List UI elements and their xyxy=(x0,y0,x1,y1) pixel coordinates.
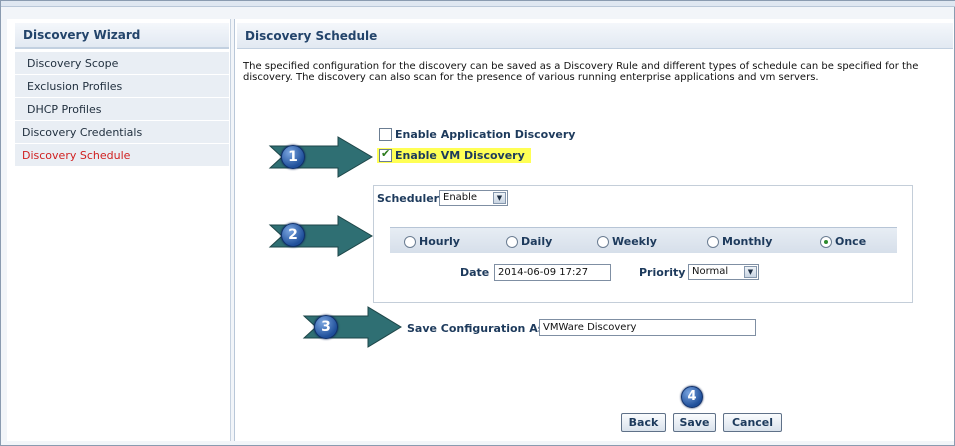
radio-dot xyxy=(707,235,719,248)
radio-hourly[interactable]: Hourly xyxy=(404,235,460,248)
radio-dot xyxy=(506,235,518,248)
sidebar-item-discovery-scope[interactable]: Discovery Scope xyxy=(15,52,229,75)
radio-dot-selected xyxy=(820,235,832,248)
enable-app-discovery-label: Enable Application Discovery xyxy=(395,128,576,141)
scheduler-value: Enable xyxy=(443,192,478,203)
radio-daily[interactable]: Daily xyxy=(506,235,552,248)
frequency-bar: Hourly Daily Weekly Monthly Once xyxy=(390,227,897,253)
radio-once[interactable]: Once xyxy=(820,235,866,248)
radio-monthly[interactable]: Monthly xyxy=(707,235,772,248)
enable-app-discovery-checkbox[interactable] xyxy=(379,128,392,141)
callout-badge-2: 2 xyxy=(281,223,305,247)
scheduler-label: Scheduler xyxy=(377,192,440,205)
enable-vm-discovery-checkbox[interactable] xyxy=(379,147,392,162)
scheduler-box: Scheduler Enable ▼ Hourly Daily Weekly M… xyxy=(373,185,913,303)
radio-weekly[interactable]: Weekly xyxy=(597,235,657,248)
sidebar-item-discovery-schedule[interactable]: Discovery Schedule xyxy=(15,144,229,167)
callout-badge-3: 3 xyxy=(314,315,338,339)
page-title: Discovery Schedule xyxy=(237,23,953,49)
priority-value: Normal xyxy=(692,266,729,277)
priority-label: Priority xyxy=(639,266,686,279)
callout-badge-1: 1 xyxy=(281,145,305,169)
sidebar-title: Discovery Wizard xyxy=(15,23,229,49)
date-input[interactable] xyxy=(494,264,611,281)
scheduler-select[interactable]: Enable ▼ xyxy=(439,190,508,206)
radio-label: Daily xyxy=(521,235,553,248)
sidebar-item-discovery-credentials[interactable]: Discovery Credentials xyxy=(15,121,229,144)
save-button[interactable]: Save xyxy=(673,413,716,432)
chevron-down-icon: ▼ xyxy=(744,266,757,278)
radio-dot xyxy=(597,235,609,248)
radio-label: Monthly xyxy=(722,235,773,248)
description-text: The specified configuration for the disc… xyxy=(243,61,919,83)
sidebar-item-exclusion-profiles[interactable]: Exclusion Profiles xyxy=(15,75,229,98)
callout-badge-4: 4 xyxy=(681,386,703,408)
save-config-input[interactable] xyxy=(539,319,756,336)
radio-label: Hourly xyxy=(419,235,460,248)
date-label: Date xyxy=(460,266,490,279)
cancel-button[interactable]: Cancel xyxy=(723,413,782,432)
sidebar-item-dhcp-profiles[interactable]: DHCP Profiles xyxy=(15,98,229,121)
top-border xyxy=(1,1,955,7)
window-frame: Discovery Wizard Discovery Scope Exclusi… xyxy=(0,0,955,446)
enable-vm-discovery-label: Enable VM Discovery xyxy=(395,149,525,162)
chevron-down-icon: ▼ xyxy=(493,192,506,204)
back-button[interactable]: Back xyxy=(621,413,666,432)
radio-label: Once xyxy=(835,235,867,248)
radio-label: Weekly xyxy=(612,235,657,248)
wizard-sidebar: Discovery Wizard Discovery Scope Exclusi… xyxy=(7,19,231,441)
radio-dot xyxy=(404,235,416,248)
vm-discovery-row: Enable VM Discovery xyxy=(377,147,531,163)
priority-select[interactable]: Normal ▼ xyxy=(688,264,759,280)
save-config-label: Save Configuration As xyxy=(407,322,545,335)
app-discovery-row: Enable Application Discovery xyxy=(379,128,575,141)
